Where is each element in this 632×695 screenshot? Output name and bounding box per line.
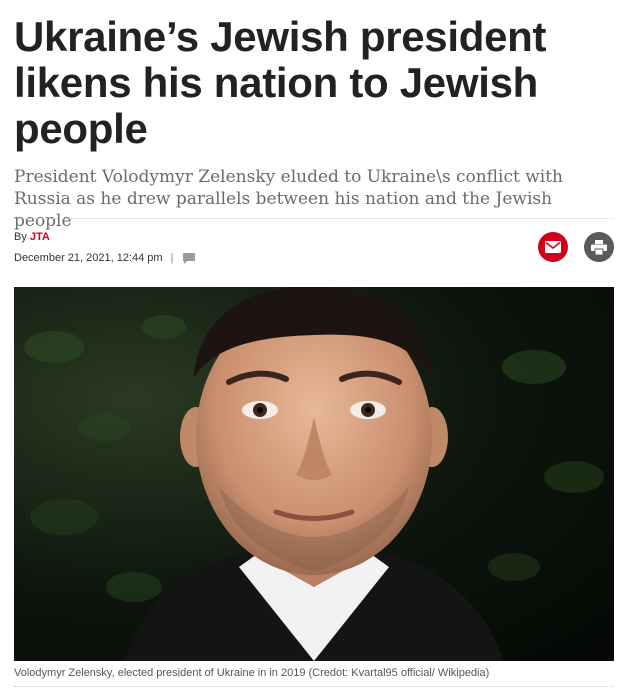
divider: [14, 218, 614, 219]
article-meta: December 21, 2021, 12:44 pm |: [14, 252, 196, 264]
author-link[interactable]: JTA: [30, 231, 50, 243]
email-icon: [545, 241, 561, 253]
publish-date: December 21, 2021, 12:44 pm: [14, 252, 163, 264]
print-icon: [591, 239, 607, 255]
comment-icon[interactable]: [183, 253, 196, 264]
subheadline: President Volodymyr Zelensky eluded to U…: [14, 167, 563, 231]
print-button[interactable]: [584, 232, 614, 262]
byline: By JTA: [14, 231, 50, 243]
caption-divider: [14, 686, 614, 687]
article-photo: [14, 287, 614, 661]
meta-separator: |: [170, 252, 174, 264]
headline: Ukraine’s Jewish president likens his na…: [14, 13, 547, 152]
share-actions: [538, 232, 614, 262]
portrait-illustration: [24, 287, 604, 661]
email-button[interactable]: [538, 232, 568, 262]
byline-prefix: By: [14, 231, 27, 243]
image-caption: Volodymyr Zelensky, elected president of…: [14, 667, 490, 679]
